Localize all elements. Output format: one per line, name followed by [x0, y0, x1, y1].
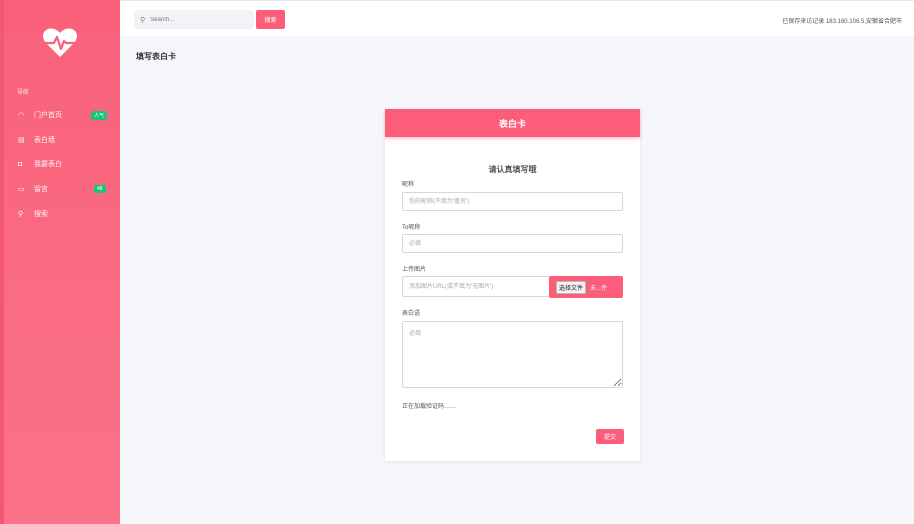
- upload-row: 选择文件 未...件: [402, 276, 623, 298]
- to-nickname-input[interactable]: [402, 234, 623, 253]
- card-header: 表白卡: [385, 109, 640, 137]
- image-url-input[interactable]: [402, 276, 550, 297]
- sidebar: 导航 ◠ 门户首页 人气 ▤ 表白墙 ◘ 我要表白 ▭ 留言 48 ⚲ 搜索: [0, 0, 120, 524]
- file-name: 未...件: [590, 285, 608, 292]
- count-badge: 48: [94, 185, 106, 193]
- to-label: To昵称: [402, 225, 421, 231]
- list-icon: ▤: [18, 137, 25, 144]
- sidebar-item-label: 表白墙: [34, 137, 55, 144]
- page-title: 填写表白卡: [136, 52, 176, 61]
- mail-icon: ▭: [18, 186, 25, 193]
- message-label: 表白语: [402, 311, 421, 317]
- confession-card: 表白卡 请认真填写哦 昵称 To昵称 上传图片 选择文件 未...件 表白语 正…: [385, 109, 640, 461]
- nav-caption: 导航: [17, 90, 30, 96]
- sidebar-item-label: 留言: [34, 186, 48, 193]
- file-picker[interactable]: 选择文件 未...件: [549, 276, 623, 298]
- choose-file-button[interactable]: 选择文件: [556, 280, 587, 294]
- sidebar-edge: [0, 0, 4, 524]
- sidebar-item-home[interactable]: ◠ 门户首页 人气: [0, 106, 120, 124]
- search-button[interactable]: 搜索: [256, 10, 285, 29]
- from-nickname-input[interactable]: [402, 192, 623, 211]
- eye-icon: ◠: [18, 112, 25, 119]
- captcha-loading-note: 正在加载验证码……: [402, 404, 457, 410]
- top-bar: ⚲ 搜索 已保存来访记录 183.160.106.5,安徽省合肥市: [120, 0, 914, 36]
- search-icon: ⚲: [140, 16, 146, 24]
- heart-pulse-icon[interactable]: [43, 28, 77, 58]
- sidebar-item-confess[interactable]: ◘ 我要表白: [0, 155, 120, 173]
- search-icon: ⚲: [18, 211, 24, 218]
- popular-badge: 人气: [91, 110, 108, 120]
- search-box: ⚲: [134, 10, 254, 29]
- sidebar-item-messages[interactable]: ▭ 留言 48: [0, 180, 120, 198]
- plus-square-icon: ◘: [18, 160, 23, 168]
- form-heading: 请认真填写哦: [488, 165, 537, 174]
- sidebar-item-wall[interactable]: ▤ 表白墙: [0, 131, 120, 149]
- visit-info: 已保存来访记录 183.160.106.5,安徽省合肥市: [782, 19, 902, 25]
- submit-button[interactable]: 提交: [596, 429, 624, 444]
- upload-label: 上传图片: [402, 267, 427, 273]
- sidebar-item-label: 门户首页: [34, 112, 62, 119]
- message-textarea[interactable]: [402, 321, 623, 388]
- from-label: 昵称: [402, 182, 415, 188]
- sidebar-item-label: 搜索: [34, 211, 48, 218]
- search-input[interactable]: [150, 16, 247, 23]
- sidebar-item-label: 我要表白: [34, 161, 62, 168]
- sidebar-item-search[interactable]: ⚲ 搜索: [0, 205, 120, 223]
